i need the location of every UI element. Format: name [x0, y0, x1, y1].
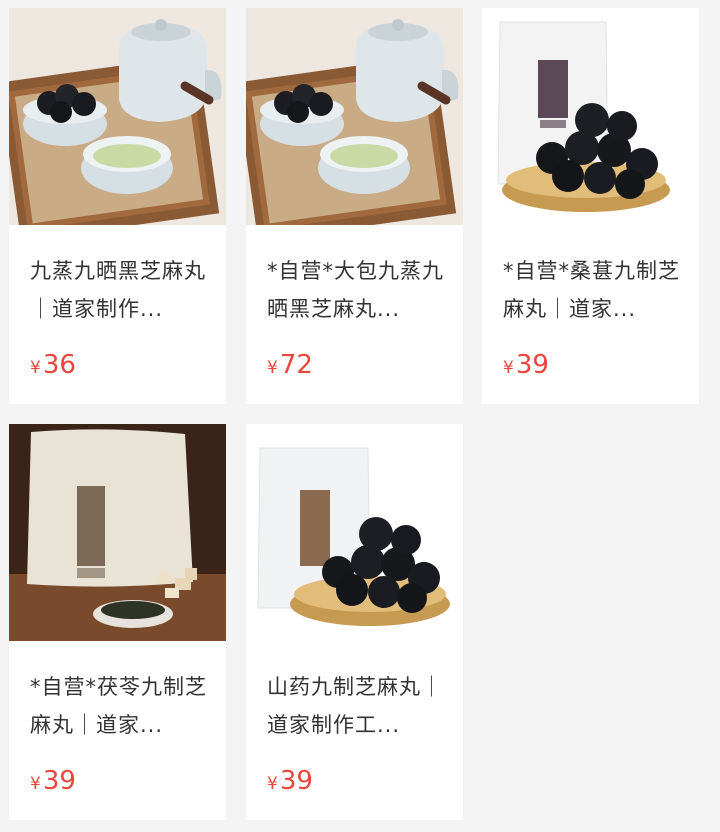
- price-value: 72: [279, 350, 313, 380]
- product-title[interactable]: 九蒸九晒黑芝麻丸｜道家制作...: [30, 252, 210, 328]
- product-title[interactable]: 山药九制芝麻丸｜道家制作工...: [267, 668, 447, 744]
- product-title[interactable]: *自营*桑葚九制芝麻丸｜道家...: [503, 252, 683, 328]
- product-price: ¥72: [267, 350, 313, 383]
- product-price: ¥39: [503, 350, 549, 383]
- currency-symbol: ¥: [503, 358, 514, 378]
- price-value: 36: [42, 350, 76, 380]
- product-image[interactable]: [246, 8, 463, 225]
- product-image[interactable]: [482, 8, 699, 225]
- product-card[interactable]: *自营*茯苓九制芝麻丸｜道家... ¥39: [9, 424, 226, 820]
- product-price: ¥39: [267, 766, 313, 799]
- currency-symbol: ¥: [30, 358, 41, 378]
- product-image[interactable]: [9, 8, 226, 225]
- product-price: ¥36: [30, 350, 76, 383]
- product-card[interactable]: 山药九制芝麻丸｜道家制作工... ¥39: [246, 424, 463, 820]
- product-image[interactable]: [9, 424, 226, 641]
- product-title[interactable]: *自营*茯苓九制芝麻丸｜道家...: [30, 668, 210, 744]
- currency-symbol: ¥: [30, 774, 41, 794]
- product-price: ¥39: [30, 766, 76, 799]
- product-grid: 九蒸九晒黑芝麻丸｜道家制作... ¥36 *自营*大包九蒸九晒黑芝麻丸... ¥…: [0, 0, 720, 832]
- product-card[interactable]: *自营*桑葚九制芝麻丸｜道家... ¥39: [482, 8, 699, 404]
- currency-symbol: ¥: [267, 774, 278, 794]
- currency-symbol: ¥: [267, 358, 278, 378]
- price-value: 39: [279, 766, 313, 796]
- product-card[interactable]: 九蒸九晒黑芝麻丸｜道家制作... ¥36: [9, 8, 226, 404]
- product-title[interactable]: *自营*大包九蒸九晒黑芝麻丸...: [267, 252, 447, 328]
- price-value: 39: [42, 766, 76, 796]
- price-value: 39: [515, 350, 549, 380]
- product-card[interactable]: *自营*大包九蒸九晒黑芝麻丸... ¥72: [246, 8, 463, 404]
- product-image[interactable]: [246, 424, 463, 641]
